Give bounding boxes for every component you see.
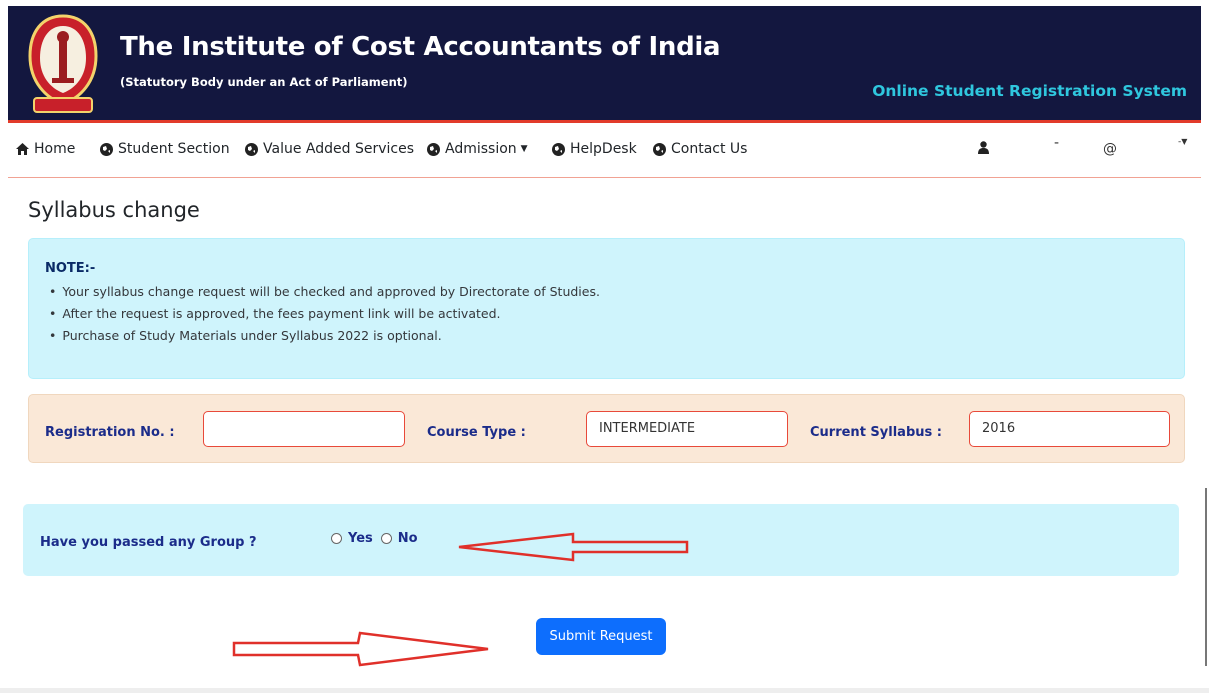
note-item: Your syllabus change request will be che…: [45, 281, 600, 303]
page-title: Syllabus change: [28, 198, 200, 222]
nav-label-contact-us: Contact Us: [671, 141, 748, 157]
radio-yes[interactable]: [331, 533, 342, 544]
note-item: Purchase of Study Materials under Syllab…: [45, 325, 600, 347]
nav-label-home: Home: [34, 141, 76, 157]
nav-label-helpdesk: HelpDesk: [570, 141, 637, 157]
registration-details: Registration No. : Course Type : INTERME…: [28, 394, 1185, 463]
nav-label-student-section: Student Section: [118, 141, 230, 157]
institute-subtitle: (Statutory Body under an Act of Parliame…: [120, 75, 408, 89]
globe-icon: [653, 142, 666, 156]
nav-item-admission[interactable]: Admission ▼: [427, 141, 528, 157]
user-icon[interactable]: [978, 141, 989, 158]
chevron-down-icon: ▼: [1181, 137, 1188, 146]
redaction-mark: [244, 426, 314, 436]
nav-item-contact-us[interactable]: Contact Us: [653, 141, 747, 157]
radio-yes-label[interactable]: Yes: [348, 531, 373, 546]
globe-icon: [552, 142, 565, 156]
note-list: Your syllabus change request will be che…: [45, 281, 600, 347]
current-syllabus-label: Current Syllabus :: [810, 425, 942, 440]
globe-icon: [245, 142, 258, 156]
globe-icon: [100, 142, 113, 156]
scrollbar-edge: [1205, 488, 1207, 666]
nav-item-helpdesk[interactable]: HelpDesk: [552, 141, 637, 157]
user-menu-toggle[interactable]: -▼: [1178, 137, 1187, 147]
radio-no[interactable]: [380, 533, 392, 544]
nav-item-student-section[interactable]: Student Section: [100, 141, 230, 157]
group-radio-group: Yes No: [331, 531, 426, 546]
user-name-text: -: [1054, 135, 1060, 151]
user-email-text: @: [1103, 141, 1117, 157]
group-question-label: Have you passed any Group ?: [40, 535, 257, 550]
nav-label-admission: Admission: [445, 141, 517, 157]
bottom-strip: [0, 688, 1209, 693]
home-icon: [16, 143, 29, 155]
radio-no-label[interactable]: No: [398, 531, 418, 546]
institute-title: The Institute of Cost Accountants of Ind…: [120, 32, 721, 62]
registration-no-field[interactable]: [203, 411, 405, 447]
globe-icon: [427, 142, 440, 156]
note-item: After the request is approved, the fees …: [45, 303, 600, 325]
nav-item-value-added-services[interactable]: Value Added Services: [245, 141, 414, 157]
registration-no-label: Registration No. :: [45, 425, 175, 440]
course-type-label: Course Type :: [427, 425, 526, 440]
nav-item-home[interactable]: Home: [16, 141, 75, 157]
main-nav: Home Student Section Value Added Service…: [8, 123, 1201, 178]
annotation-arrow-right-icon: [232, 631, 489, 667]
annotation-arrow-left-icon: [458, 532, 689, 562]
course-type-field[interactable]: INTERMEDIATE: [586, 411, 788, 447]
site-header: The Institute of Cost Accountants of Ind…: [8, 6, 1201, 120]
submit-request-button[interactable]: Submit Request: [536, 618, 666, 655]
institute-seal-icon: [28, 14, 98, 113]
nav-label-value-added-services: Value Added Services: [263, 141, 414, 157]
current-syllabus-field[interactable]: 2016: [969, 411, 1170, 447]
chevron-down-icon: ▼: [520, 144, 528, 154]
note-alert: NOTE:- Your syllabus change request will…: [28, 238, 1185, 379]
system-name: Online Student Registration System: [872, 82, 1187, 100]
note-heading: NOTE:-: [45, 261, 96, 276]
